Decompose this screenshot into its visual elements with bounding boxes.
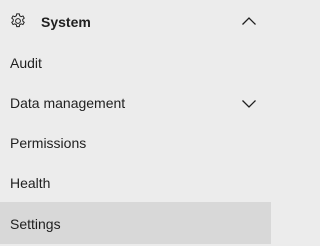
chevron-up-icon[interactable] — [241, 16, 257, 26]
nav-item-audit[interactable]: Audit — [0, 43, 271, 83]
nav-item-label: Audit — [10, 55, 42, 71]
gear-icon — [11, 13, 25, 28]
section-header-system[interactable]: System — [0, 0, 271, 44]
nav-item-label: Health — [10, 175, 51, 191]
system-nav: System Audit Data management Permissions… — [0, 0, 271, 246]
nav-item-permissions[interactable]: Permissions — [0, 123, 271, 163]
nav-item-settings[interactable]: Settings — [0, 202, 271, 244]
nav-item-health[interactable]: Health — [0, 163, 271, 203]
chevron-down-icon[interactable] — [241, 99, 257, 109]
nav-item-data-management[interactable]: Data management — [0, 83, 271, 123]
section-title: System — [41, 14, 91, 30]
nav-item-label: Permissions — [10, 135, 87, 151]
nav-item-label: Settings — [10, 216, 61, 232]
nav-item-label: Data management — [10, 95, 126, 111]
